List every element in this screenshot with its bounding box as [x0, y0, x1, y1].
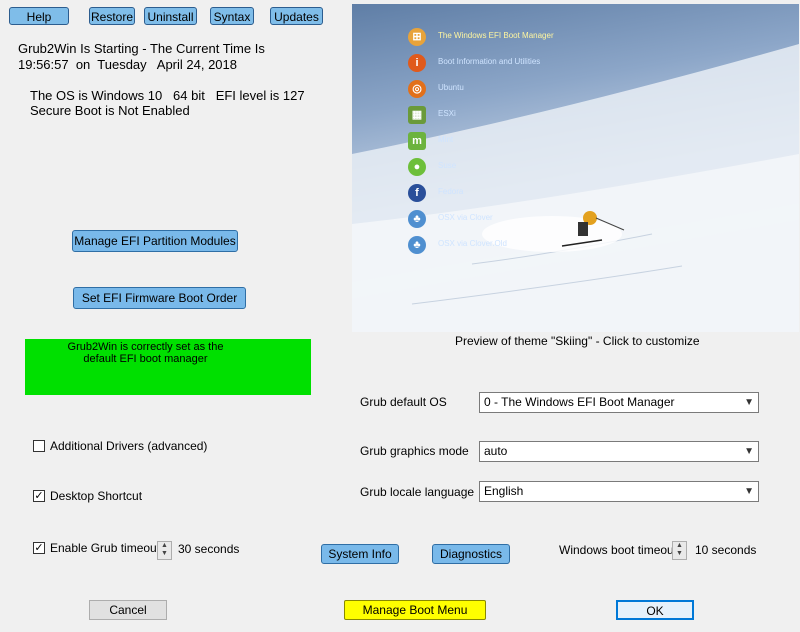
efi-status-line2: default EFI boot manager — [83, 353, 208, 365]
preview-menu-item: ♣ OSX via Clover — [408, 208, 608, 232]
preview-menu-item: m Mint — [408, 130, 608, 154]
additional-drivers-checkbox[interactable] — [33, 440, 45, 452]
default-os-label: Grub default OS — [360, 395, 447, 409]
secure-boot-status: Secure Boot is Not Enabled — [30, 103, 190, 118]
preview-menu-item: ♣ OSX via Clover.Old — [408, 234, 608, 258]
chevron-down-icon: ▼ — [744, 486, 754, 497]
grub-timeout-checkbox[interactable]: ✓ — [33, 542, 45, 554]
efi-status-panel: Grub2Win is correctly set as the default… — [25, 339, 311, 395]
additional-drivers-label: Additional Drivers (advanced) — [50, 439, 208, 453]
preview-menu-item: i Boot Information and Utilities — [408, 52, 608, 76]
start-time-line1: Grub2Win Is Starting - The Current Time … — [18, 41, 265, 56]
clover-icon: ♣ — [408, 210, 426, 228]
chevron-down-icon: ▼ — [744, 446, 754, 457]
chevron-down-icon: ▼ — [744, 397, 754, 408]
preview-menu-item: f Fedora — [408, 182, 608, 206]
mint-icon: m — [408, 132, 426, 150]
locale-label: Grub locale language — [360, 485, 475, 499]
grub-timeout-label: Enable Grub timeout — [50, 541, 161, 555]
preview-menu-item: ▦ ESXi — [408, 104, 608, 128]
restore-button[interactable]: Restore — [89, 7, 135, 25]
esxi-icon: ▦ — [408, 106, 426, 124]
windows-timeout-value: 10 seconds — [695, 543, 757, 557]
manage-boot-menu-button[interactable]: Manage Boot Menu — [344, 600, 486, 620]
grub-timeout-spinner[interactable]: ▲ ▼ — [157, 541, 172, 560]
ok-button[interactable]: OK — [616, 600, 694, 620]
graphics-mode-label: Grub graphics mode — [360, 444, 469, 458]
preview-menu-item: ◎ Ubuntu — [408, 78, 608, 102]
efi-status-line1: Grub2Win is correctly set as the — [67, 341, 224, 353]
preview-menu-item: ● Suse — [408, 156, 608, 180]
help-button[interactable]: Help — [9, 7, 69, 25]
desktop-shortcut-label: Desktop Shortcut — [50, 489, 143, 503]
desktop-shortcut-checkbox[interactable]: ✓ — [33, 490, 45, 502]
ubuntu-icon: ◎ — [408, 80, 426, 98]
diagnostics-button[interactable]: Diagnostics — [432, 544, 510, 564]
syntax-button[interactable]: Syntax — [210, 7, 254, 25]
info-icon: i — [408, 54, 426, 72]
windows-timeout-spinner[interactable]: ▲ ▼ — [672, 541, 687, 560]
graphics-mode-select[interactable]: auto ▼ — [479, 441, 759, 462]
manage-efi-modules-button[interactable]: Manage EFI Partition Modules — [72, 230, 238, 252]
clover-old-icon: ♣ — [408, 236, 426, 254]
cancel-button[interactable]: Cancel — [89, 600, 167, 620]
windows-icon: ⊞ — [408, 28, 426, 46]
uninstall-button[interactable]: Uninstall — [144, 7, 197, 25]
updates-button[interactable]: Updates — [270, 7, 323, 25]
preview-menu-item: ⊞ The Windows EFI Boot Manager — [408, 26, 608, 50]
locale-select[interactable]: English ▼ — [479, 481, 759, 502]
fedora-icon: f — [408, 184, 426, 202]
start-time-line2: 19:56:57 on Tuesday April 24, 2018 — [18, 57, 237, 72]
windows-timeout-label: Windows boot timeout — [559, 543, 678, 557]
suse-icon: ● — [408, 158, 426, 176]
system-info-button[interactable]: System Info — [321, 544, 399, 564]
set-efi-boot-order-button[interactable]: Set EFI Firmware Boot Order — [73, 287, 246, 309]
theme-preview-caption[interactable]: Preview of theme "Skiing" - Click to cus… — [455, 334, 700, 348]
theme-preview[interactable]: ⊞ The Windows EFI Boot Manager i Boot In… — [352, 4, 799, 332]
default-os-select[interactable]: 0 - The Windows EFI Boot Manager ▼ — [479, 392, 759, 413]
grub-timeout-value: 30 seconds — [178, 542, 240, 556]
